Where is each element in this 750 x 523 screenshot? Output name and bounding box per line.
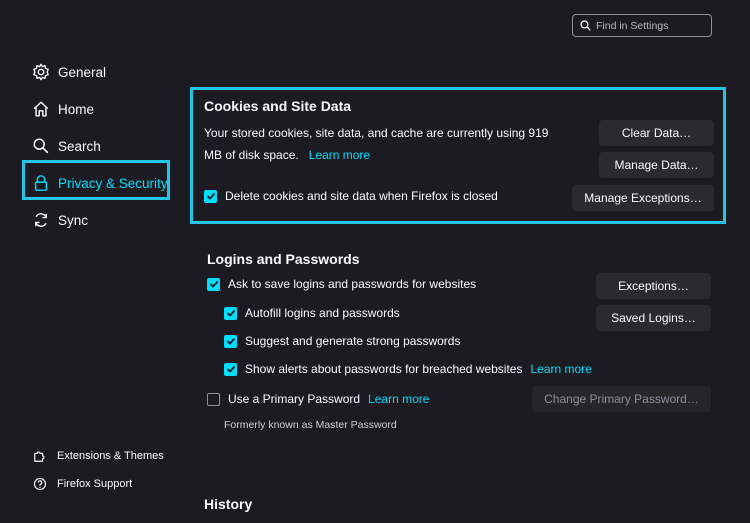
delete-on-close-row[interactable]: Delete cookies and site data when Firefo… (204, 189, 498, 203)
cookies-description-line1: Your stored cookies, site data, and cach… (204, 126, 549, 140)
cookies-learn-more-link[interactable]: Learn more (309, 148, 370, 162)
cookies-section-title: Cookies and Site Data (204, 98, 352, 114)
cookies-description: Your stored cookies, site data, and cach… (204, 122, 548, 166)
puzzle-icon (33, 449, 47, 463)
checkmark-icon (226, 365, 235, 373)
sidebar-item-sync[interactable]: Sync (31, 210, 88, 230)
ask-to-save-label: Ask to save logins and passwords for web… (228, 277, 477, 291)
saved-logins-button[interactable]: Saved Logins… (596, 305, 711, 331)
sidebar-item-label: Home (58, 101, 95, 117)
sidebar-item-search[interactable]: Search (31, 136, 101, 156)
sidebar-item-label: Search (58, 138, 101, 154)
autofill-row[interactable]: Autofill logins and passwords (224, 306, 400, 320)
checkmark-icon (226, 309, 235, 317)
logins-section-title: Logins and Passwords (207, 251, 360, 267)
search-field[interactable] (572, 14, 712, 37)
manage-data-button[interactable]: Manage Data… (599, 152, 714, 178)
breach-alerts-checkbox[interactable] (224, 362, 237, 376)
search-input[interactable] (591, 19, 706, 32)
home-icon (31, 99, 51, 119)
primary-password-label: Use a Primary Password (228, 392, 361, 406)
sync-icon (31, 210, 51, 230)
primary-password-checkbox[interactable] (207, 392, 220, 406)
change-primary-password-button[interactable]: Change Primary Password… (532, 386, 711, 412)
search-icon (580, 20, 591, 31)
firefox-support-link[interactable]: Firefox Support (33, 477, 132, 491)
history-section-title: History (204, 496, 253, 512)
formerly-known-note: Formerly known as Master Password (224, 419, 397, 431)
ask-to-save-row[interactable]: Ask to save logins and passwords for web… (207, 277, 476, 291)
delete-on-close-label: Delete cookies and site data when Firefo… (225, 189, 498, 203)
sidebar-item-general[interactable]: General (31, 62, 106, 82)
checkmark-icon (209, 280, 218, 288)
breach-alerts-row[interactable]: Show alerts about passwords for breached… (224, 362, 592, 376)
search-icon (31, 136, 51, 156)
extensions-themes-link[interactable]: Extensions & Themes (33, 449, 164, 463)
checkmark-icon (206, 192, 215, 200)
sidebar-item-label: Sync (58, 212, 89, 228)
lock-icon (31, 173, 51, 193)
suggest-passwords-label: Suggest and generate strong passwords (245, 334, 461, 348)
gear-icon (31, 62, 51, 82)
footer-link-label: Extensions & Themes (57, 450, 164, 462)
logins-exceptions-button[interactable]: Exceptions… (596, 273, 711, 299)
sidebar-item-privacy-security[interactable]: Privacy & Security (31, 173, 168, 193)
primary-password-learn-more-link[interactable]: Learn more (368, 392, 429, 406)
cookies-description-line2-text: MB of disk space. (204, 148, 299, 162)
sidebar-item-label: Privacy & Security (58, 175, 168, 191)
suggest-passwords-row[interactable]: Suggest and generate strong passwords (224, 334, 460, 348)
help-icon (33, 477, 47, 491)
ask-to-save-checkbox[interactable] (207, 277, 220, 291)
cookies-description-line2: MB of disk space. Learn more (204, 144, 548, 166)
footer-link-label: Firefox Support (57, 478, 133, 490)
autofill-label: Autofill logins and passwords (245, 306, 400, 320)
checkmark-icon (226, 337, 235, 345)
sidebar-item-label: General (58, 64, 107, 80)
autofill-checkbox[interactable] (224, 306, 237, 320)
breach-alerts-label: Show alerts about passwords for breached… (245, 362, 523, 376)
sidebar-item-home[interactable]: Home (31, 99, 94, 119)
suggest-passwords-checkbox[interactable] (224, 334, 237, 348)
clear-data-button[interactable]: Clear Data… (599, 120, 714, 146)
delete-on-close-checkbox[interactable] (204, 189, 217, 203)
manage-exceptions-button[interactable]: Manage Exceptions… (572, 185, 714, 211)
breach-alerts-learn-more-link[interactable]: Learn more (530, 362, 591, 376)
primary-password-row[interactable]: Use a Primary Password Learn more (207, 392, 429, 406)
